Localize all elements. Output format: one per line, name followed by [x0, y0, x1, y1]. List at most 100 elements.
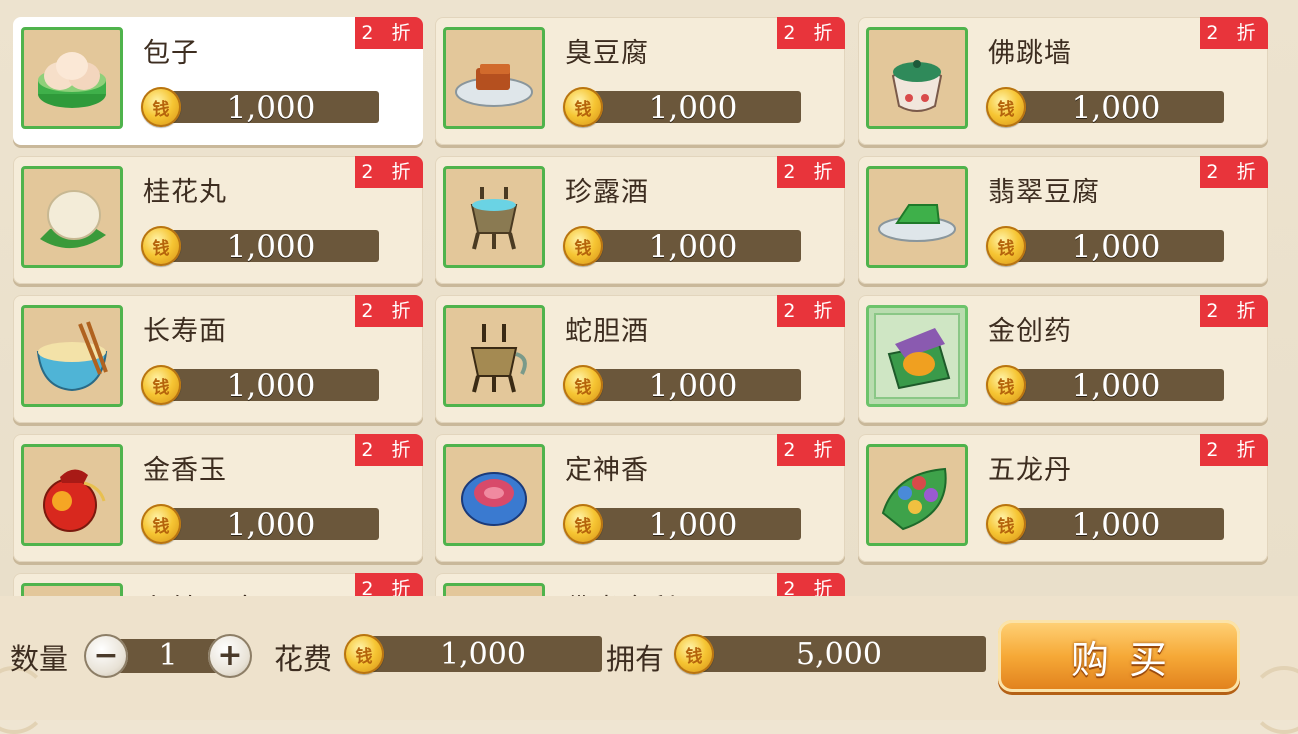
cost-bar: 1,000 — [364, 636, 602, 672]
discount-badge: 2 折 — [1200, 434, 1268, 466]
coin-icon: 钱 — [674, 634, 714, 674]
noodle-bowl-icon — [21, 305, 123, 407]
coin-icon: 钱 — [141, 226, 181, 266]
discount-badge: 2 折 — [777, 17, 845, 49]
decorative-swirl — [1250, 666, 1298, 734]
shop-item-card[interactable]: 金香玉 1,000 钱 2 折 — [13, 434, 423, 562]
item-price: 1,000 — [648, 507, 738, 543]
item-price: 1,000 — [226, 229, 316, 265]
price-bar: 1,000 — [1008, 369, 1224, 403]
cost-label: 花费 — [274, 642, 333, 676]
discount-badge: 2 折 — [1200, 295, 1268, 327]
minus-button[interactable]: − — [84, 634, 128, 678]
item-price: 1,000 — [1071, 90, 1161, 126]
price-bar: 1,000 — [585, 90, 801, 126]
item-name: 五龙丹 — [988, 455, 1072, 486]
item-price: 1,000 — [226, 507, 316, 543]
price-bar: 1,000 — [163, 368, 379, 404]
shop-item-card[interactable]: 包子 1,000 钱 2 折 — [13, 17, 423, 145]
shop-item-card[interactable]: 翡翠豆腐 1,000 钱 2 折 — [858, 156, 1268, 284]
shop-item-card[interactable]: 珍露酒 1,000 钱 2 折 — [435, 156, 845, 284]
plus-button[interactable]: + — [208, 634, 252, 678]
shop-item-card[interactable]: 臭豆腐 1,000 钱 2 折 — [435, 17, 845, 145]
plus-icon: + — [217, 638, 243, 673]
coin-icon: 钱 — [563, 504, 603, 544]
buy-button-label: 购买 — [1070, 637, 1187, 682]
owned-label: 拥有 — [606, 642, 665, 676]
item-name: 桂花丸 — [143, 177, 227, 208]
purchase-bar: 数量 1 − + 花费 1,000 钱 拥有 5,000 钱 购买 — [0, 596, 1298, 734]
quantity-stepper: 1 − + — [84, 634, 252, 678]
item-name: 金创药 — [988, 316, 1072, 347]
coin-icon: 钱 — [141, 365, 181, 405]
item-name: 珍露酒 — [565, 177, 649, 208]
price-bar: 1,000 — [163, 90, 379, 126]
shop-item-card[interactable]: 桂花丸 1,000 钱 2 折 — [13, 156, 423, 284]
medicine-box-icon — [866, 305, 968, 407]
shop-item-card[interactable]: 蛇胆酒 1,000 钱 2 折 — [435, 295, 845, 423]
item-price: 1,000 — [1071, 507, 1161, 543]
buy-button[interactable]: 购买 — [998, 620, 1240, 692]
shop-item-grid: 包子 1,000 钱 2 折臭豆腐 1,000 钱 2 折佛跳墙 1,000 钱 2 折桂花丸 1,… — [0, 0, 1298, 596]
item-price: 1,000 — [648, 368, 738, 404]
discount-badge: 2 折 — [777, 295, 845, 327]
pills-leaf-icon — [866, 444, 968, 546]
partial-item-icon — [443, 583, 545, 596]
steamed-bun-icon — [21, 27, 123, 129]
owned-value: 5,000 — [796, 637, 882, 672]
item-name: 臭豆腐 — [565, 38, 649, 69]
item-name: 佛光舍利子 — [565, 587, 705, 596]
item-price: 1,000 — [226, 368, 316, 404]
shop-item-card[interactable]: 定神香 1,000 钱 2 折 — [435, 434, 845, 562]
price-bar: 1,000 — [585, 507, 801, 543]
item-name: 包子 — [143, 38, 199, 69]
item-price: 1,000 — [648, 90, 738, 126]
discount-badge: 2 折 — [1200, 156, 1268, 188]
shop-item-card[interactable]: 金创药 1,000 钱 2 折 — [858, 295, 1268, 423]
incense-dish-icon — [443, 444, 545, 546]
coin-icon: 钱 — [986, 365, 1026, 405]
item-name: 翡翠豆腐 — [988, 177, 1100, 208]
shop-item-card[interactable]: 长寿面 1,000 钱 2 折 — [13, 295, 423, 423]
wine-vessel-icon — [443, 166, 545, 268]
coin-icon: 钱 — [986, 504, 1026, 544]
item-name: 九转回魂丹 — [143, 587, 283, 596]
discount-badge: 2 折 — [355, 573, 423, 596]
price-bar: 1,000 — [1008, 507, 1224, 543]
rice-ball-icon — [21, 166, 123, 268]
shop-item-card[interactable]: 九转回魂丹钱2 折 — [13, 573, 423, 596]
quantity-label: 数量 — [10, 642, 69, 676]
price-bar: 1,000 — [1008, 229, 1224, 265]
item-price: 1,000 — [648, 229, 738, 265]
discount-badge: 2 折 — [355, 156, 423, 188]
price-bar: 1,000 — [1008, 90, 1224, 126]
price-bar: 1,000 — [163, 229, 379, 265]
item-name: 蛇胆酒 — [565, 316, 649, 347]
owned-bar: 5,000 — [692, 636, 986, 672]
price-bar: 1,000 — [585, 368, 801, 404]
item-price: 1,000 — [1071, 229, 1161, 265]
cost-value: 1,000 — [440, 637, 526, 672]
price-bar: 1,000 — [163, 507, 379, 543]
soup-jar-icon — [866, 27, 968, 129]
coin-icon: 钱 — [986, 226, 1026, 266]
coin-icon: 钱 — [141, 504, 181, 544]
coin-icon: 钱 — [563, 87, 603, 127]
coin-icon: 钱 — [563, 226, 603, 266]
item-name: 定神香 — [565, 455, 649, 486]
stinky-tofu-icon — [443, 27, 545, 129]
discount-badge: 2 折 — [777, 156, 845, 188]
item-name: 长寿面 — [143, 316, 227, 347]
coin-icon: 钱 — [563, 365, 603, 405]
shop-item-card[interactable]: 佛光舍利子钱2 折 — [435, 573, 845, 596]
minus-icon: − — [93, 638, 119, 673]
item-price: 1,000 — [226, 90, 316, 126]
item-name: 佛跳墙 — [988, 38, 1072, 69]
discount-badge: 2 折 — [777, 434, 845, 466]
discount-badge: 2 折 — [355, 434, 423, 466]
pouch-icon — [21, 444, 123, 546]
shop-item-card[interactable]: 佛跳墙 1,000 钱 2 折 — [858, 17, 1268, 145]
shop-item-card[interactable]: 五龙丹 1,000 钱 2 折 — [858, 434, 1268, 562]
item-name: 金香玉 — [143, 455, 227, 486]
partial-item-icon — [21, 583, 123, 596]
